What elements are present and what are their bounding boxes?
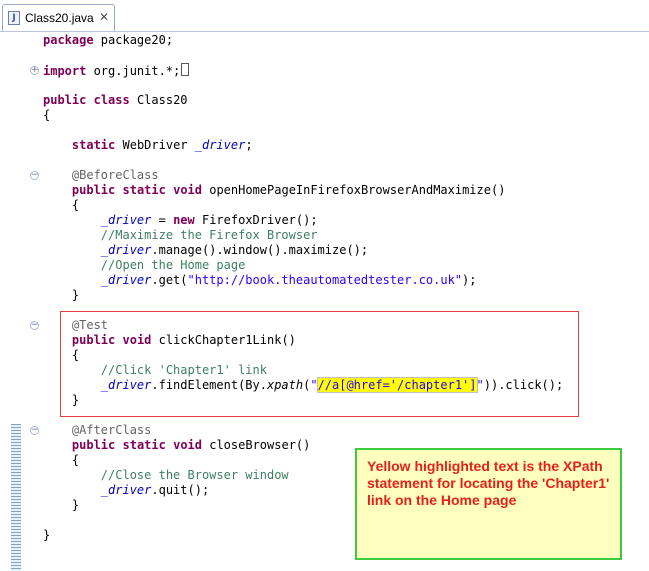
tab-class20-java[interactable]: J Class20.java ✕ bbox=[2, 4, 115, 31]
code-line-test-annotation: @Test bbox=[71, 318, 109, 332]
editor-tab-bar: J Class20.java ✕ bbox=[0, 0, 649, 32]
code-line-close-method: public static void closeBrowser() bbox=[71, 438, 311, 452]
code-line-comment-maximize: //Maximize the Firefox Browser bbox=[100, 228, 318, 242]
code-line-open-brace: { bbox=[71, 453, 80, 467]
code-line-before-class: @BeforeClass bbox=[71, 168, 159, 182]
code-line-find-element: _driver.findElement(By.xpath("//a[@href=… bbox=[100, 377, 564, 393]
code-line-comment-click: //Click 'Chapter1' link bbox=[100, 363, 267, 377]
collapse-fold-icon[interactable]: − bbox=[30, 426, 39, 435]
code-line-after-class: @AfterClass bbox=[71, 423, 152, 437]
tab-title: Class20.java bbox=[25, 11, 94, 25]
code-line-close-brace: } bbox=[71, 393, 80, 407]
collapse-fold-icon[interactable]: − bbox=[30, 321, 39, 330]
code-line-comment-close: //Close the Browser window bbox=[100, 468, 289, 482]
code-line-quit: _driver.quit(); bbox=[100, 483, 210, 497]
code-line-class-open-brace: { bbox=[43, 108, 51, 122]
code-line-get-url: _driver.get("http://book.theautomatedtes… bbox=[100, 273, 477, 287]
code-line-class-declaration: public class Class20 bbox=[43, 93, 188, 107]
code-line-open-brace: { bbox=[71, 348, 80, 362]
code-line-class-close-brace: } bbox=[43, 528, 51, 542]
annotation-callout: Yellow highlighted text is the XPath sta… bbox=[355, 448, 622, 560]
code-line-driver-field: static WebDriver _driver; bbox=[71, 138, 253, 152]
code-line-click-method: public void clickChapter1Link() bbox=[71, 333, 296, 347]
code-line-maximize: _driver.manage().window().maximize(); bbox=[100, 243, 369, 257]
java-file-icon: J bbox=[8, 11, 20, 25]
collapse-fold-icon[interactable]: − bbox=[30, 171, 39, 180]
code-line-new-driver: _driver = new FirefoxDriver(); bbox=[100, 213, 318, 227]
close-tab-icon[interactable]: ✕ bbox=[99, 10, 109, 24]
xpath-highlight: //a[@href='/chapter1'] bbox=[316, 377, 478, 393]
collapsed-region-marker[interactable] bbox=[181, 63, 190, 76]
code-line-open-method: public static void openHomePageInFirefox… bbox=[71, 183, 506, 197]
code-line-import: import org.junit.*; bbox=[43, 63, 190, 78]
expand-fold-icon[interactable]: + bbox=[30, 66, 39, 75]
code-line-close-brace: } bbox=[71, 498, 80, 512]
code-line-open-brace: { bbox=[71, 198, 80, 212]
code-line-comment-open: //Open the Home page bbox=[100, 258, 246, 272]
code-line-package: package package20; bbox=[43, 33, 174, 47]
code-line-close-brace: } bbox=[71, 288, 80, 302]
